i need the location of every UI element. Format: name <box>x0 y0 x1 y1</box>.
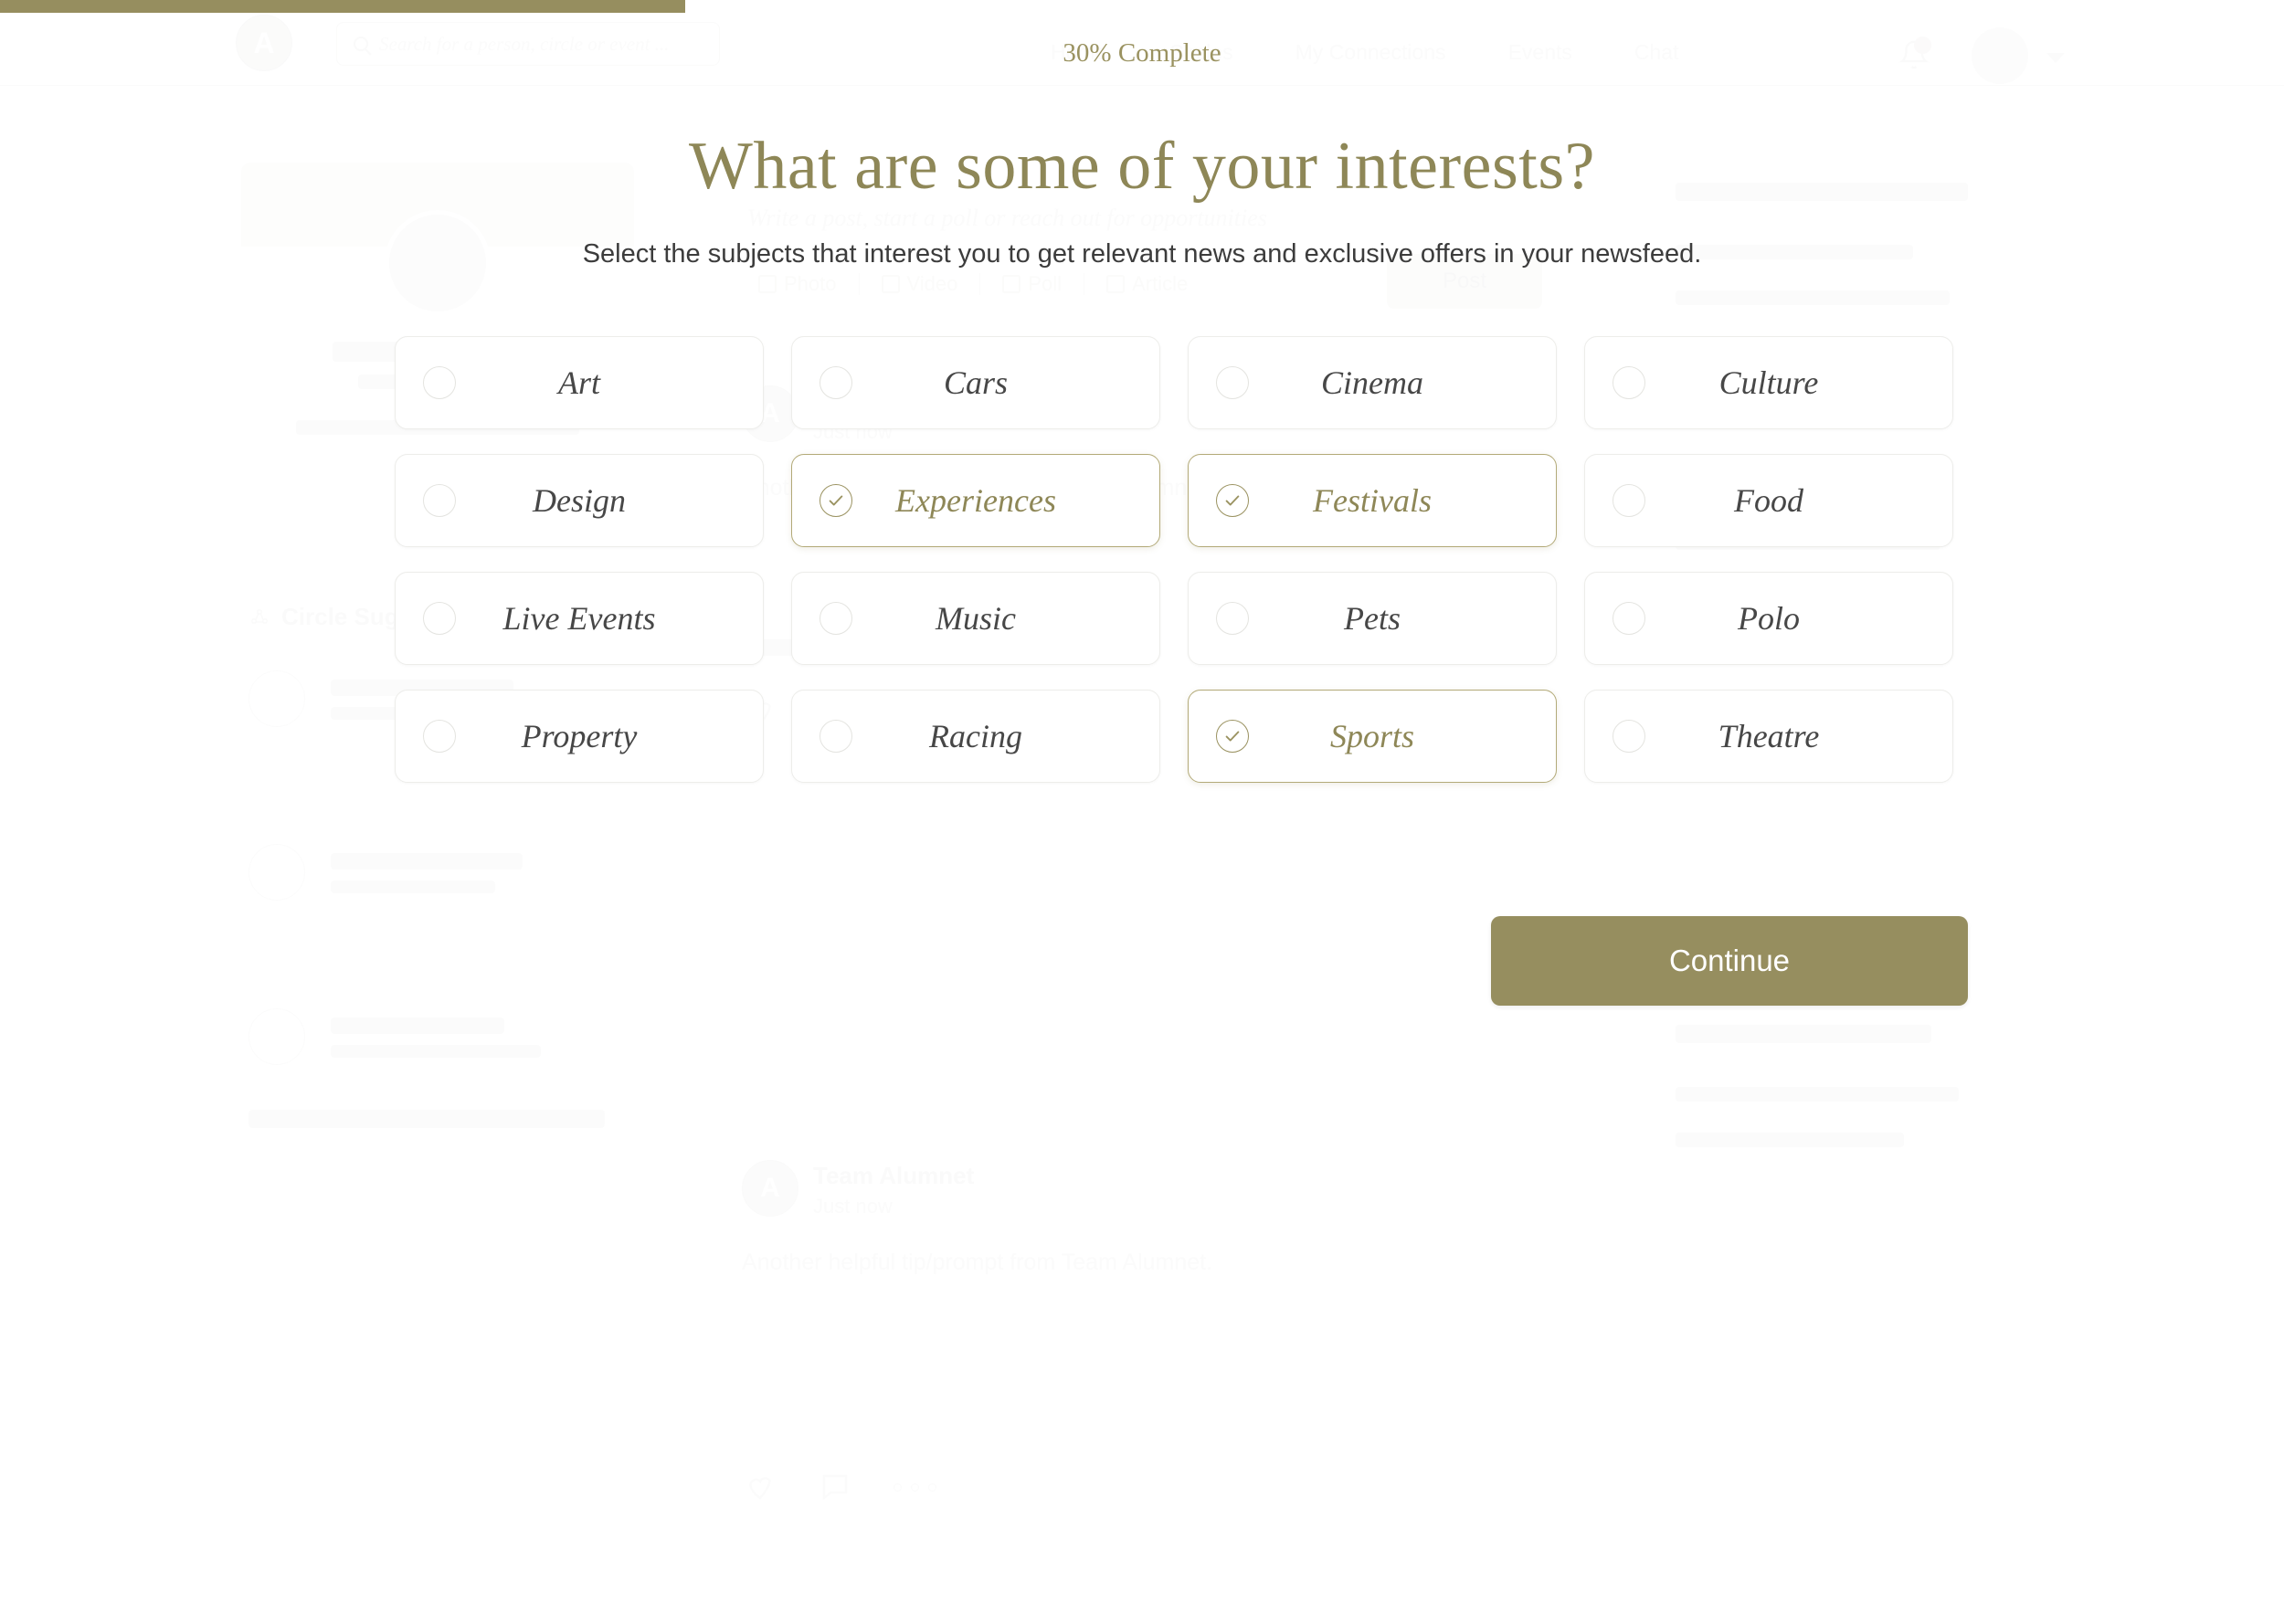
check-circle-icon <box>1216 484 1249 517</box>
interest-card-culture[interactable]: Culture <box>1584 336 1953 429</box>
check-circle-icon <box>1216 720 1249 753</box>
page-title: What are some of your interests? <box>688 129 1596 204</box>
radio-circle-icon <box>1216 366 1249 399</box>
interest-card-racing[interactable]: Racing <box>791 690 1160 783</box>
radio-circle-icon <box>1216 602 1249 635</box>
interest-card-theatre[interactable]: Theatre <box>1584 690 1953 783</box>
interest-card-food[interactable]: Food <box>1584 454 1953 547</box>
interest-card-property[interactable]: Property <box>395 690 764 783</box>
interest-card-cinema[interactable]: Cinema <box>1188 336 1557 429</box>
interests-overlay: 30% Complete What are some of your inter… <box>0 0 2284 1624</box>
interest-card-sports[interactable]: Sports <box>1188 690 1557 783</box>
radio-circle-icon <box>423 602 456 635</box>
radio-circle-icon <box>423 720 456 753</box>
radio-circle-icon <box>423 366 456 399</box>
radio-circle-icon <box>423 484 456 517</box>
interest-card-live-events[interactable]: Live Events <box>395 572 764 665</box>
radio-circle-icon <box>1613 720 1645 753</box>
page-subtitle: Select the subjects that interest you to… <box>582 239 1702 269</box>
interest-card-music[interactable]: Music <box>791 572 1160 665</box>
continue-button[interactable]: Continue <box>1491 916 1968 1006</box>
radio-circle-icon <box>819 602 852 635</box>
app-root: A Search for a person, circle or event .… <box>0 0 2284 1624</box>
radio-circle-icon <box>819 366 852 399</box>
progress-label: 30% Complete <box>1063 38 1221 68</box>
radio-circle-icon <box>819 720 852 753</box>
radio-circle-icon <box>1613 602 1645 635</box>
interests-grid: Art Cars Cinema Culture Design Experiences Fes… <box>395 336 1981 783</box>
interest-card-design[interactable]: Design <box>395 454 764 547</box>
interest-card-pets[interactable]: Pets <box>1188 572 1557 665</box>
interest-card-polo[interactable]: Polo <box>1584 572 1953 665</box>
check-circle-icon <box>819 484 852 517</box>
radio-circle-icon <box>1613 484 1645 517</box>
interest-card-experiences[interactable]: Experiences <box>791 454 1160 547</box>
interest-card-art[interactable]: Art <box>395 336 764 429</box>
interest-card-cars[interactable]: Cars <box>791 336 1160 429</box>
interest-card-festivals[interactable]: Festivals <box>1188 454 1557 547</box>
radio-circle-icon <box>1613 366 1645 399</box>
